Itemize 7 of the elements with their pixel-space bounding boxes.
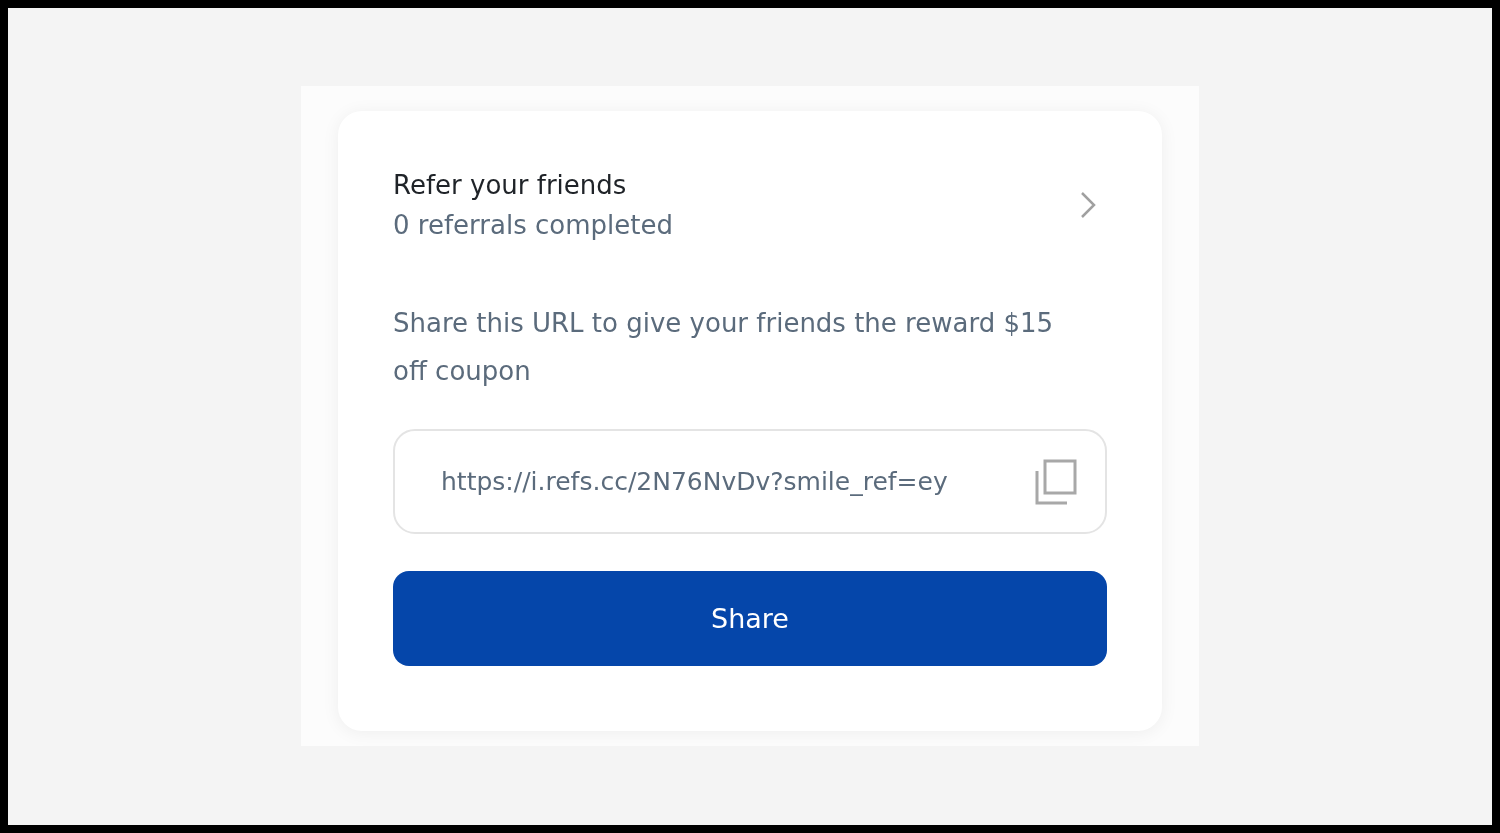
referral-title: Refer your friends	[393, 169, 628, 202]
share-button[interactable]: Share	[393, 571, 1107, 666]
url-field[interactable]: https://i.refs.cc/2N76NvDv?smile_ref=ey	[393, 429, 1107, 534]
chevron-right-icon[interactable]	[1079, 191, 1097, 219]
copy-icon[interactable]	[1035, 458, 1077, 505]
description: Share this URL to give your friends the reward $15 off coupon	[393, 307, 1055, 388]
referral-count: 0 referrals completed	[393, 209, 673, 242]
